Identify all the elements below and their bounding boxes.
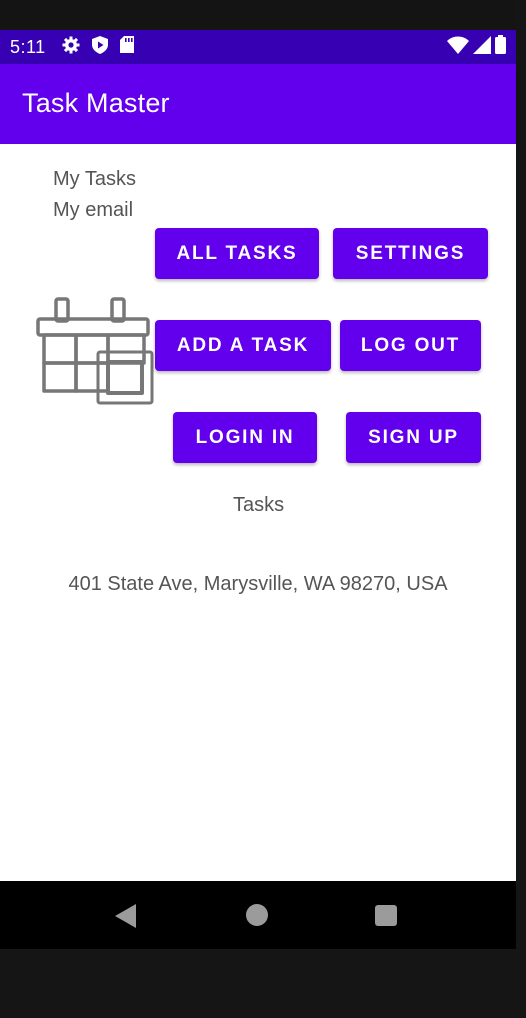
settings-button[interactable]: SETTINGS xyxy=(333,228,488,279)
home-icon[interactable] xyxy=(246,904,268,926)
sign-up-button[interactable]: SIGN UP xyxy=(346,412,481,463)
tasks-label: Tasks xyxy=(233,494,285,516)
wifi-icon xyxy=(447,36,469,59)
address-text: 401 State Ave, Marysville, WA 98270, USA xyxy=(68,573,448,595)
gear-icon xyxy=(62,36,80,59)
status-time: 5:11 xyxy=(10,36,46,57)
log-out-button[interactable]: LOG OUT xyxy=(340,320,481,371)
top-bezel xyxy=(0,0,516,30)
status-bar: 5:11 xyxy=(0,30,516,64)
recent-apps-icon[interactable] xyxy=(375,905,397,926)
calendar-icon xyxy=(36,297,154,410)
add-task-button[interactable]: ADD A TASK xyxy=(155,320,331,371)
status-icons-left xyxy=(62,35,134,59)
all-tasks-button[interactable]: ALL TASKS xyxy=(155,228,319,279)
sd-card-icon xyxy=(119,36,134,58)
status-icons-right xyxy=(447,35,506,59)
phone-screen: 5:11 Task Master My Tasks My email ALL T… xyxy=(0,0,516,1018)
my-tasks-label: My Tasks xyxy=(53,168,136,190)
login-button[interactable]: LOGIN IN xyxy=(173,412,317,463)
app-title: Task Master xyxy=(22,88,170,118)
signal-icon xyxy=(473,35,491,59)
app-bar: Task Master xyxy=(0,64,516,144)
battery-icon xyxy=(495,35,506,59)
main-content: My Tasks My email ALL TASKS SETTINGS ADD… xyxy=(0,144,516,881)
shield-icon xyxy=(91,35,108,59)
my-email-label: My email xyxy=(53,199,134,221)
nav-bar xyxy=(0,881,516,949)
back-icon[interactable] xyxy=(114,903,138,934)
